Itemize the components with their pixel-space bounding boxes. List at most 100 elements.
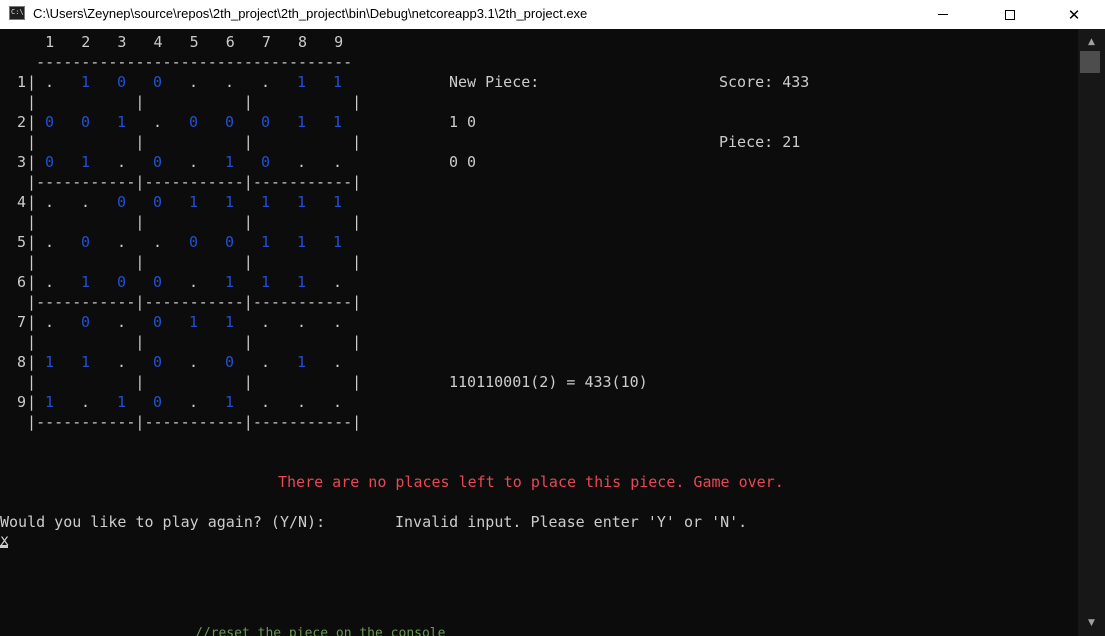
piece-row-2: 0 0 <box>449 153 477 171</box>
board-cell: 0 <box>81 233 91 251</box>
board-cell: 1 <box>297 193 307 211</box>
board-cell: 0 <box>45 153 55 171</box>
board-cell: 0 <box>45 113 55 131</box>
inner-separator: | | | | <box>9 333 362 351</box>
board-cell: 0 <box>153 153 163 171</box>
block-separator: |-----------|-----------|-----------| <box>9 413 362 431</box>
minimize-icon <box>938 14 948 15</box>
board-cell: 0 <box>153 273 163 291</box>
board-cell: . <box>333 273 343 291</box>
row-number: 4 <box>17 193 27 211</box>
board-cell: 0 <box>153 393 163 411</box>
close-button[interactable]: ✕ <box>1051 0 1097 29</box>
board-cell: 1 <box>225 153 235 171</box>
board-cell: 0 <box>117 73 127 91</box>
row-number: 8 <box>17 353 27 371</box>
scroll-down-icon[interactable]: ▼ <box>1078 613 1105 633</box>
board-cell: . <box>117 153 127 171</box>
board-cell: 1 <box>297 113 307 131</box>
block-separator: |-----------|-----------|-----------| <box>9 173 362 191</box>
board-cell: . <box>333 313 343 331</box>
piece-row-1: 1 0 <box>449 113 477 131</box>
block-separator: |-----------|-----------|-----------| <box>9 293 362 311</box>
board-cell: 1 <box>45 353 55 371</box>
board-left-border: | <box>27 313 37 331</box>
board-cell: 1 <box>297 233 307 251</box>
board-left-border: | <box>27 393 37 411</box>
maximize-button[interactable] <box>987 0 1033 29</box>
board-cell: 1 <box>189 313 199 331</box>
board-left-border: | <box>27 273 37 291</box>
inner-separator: | | | | <box>9 133 362 151</box>
board-cell: 1 <box>225 273 235 291</box>
board-cell: . <box>333 353 343 371</box>
board-cell: . <box>261 393 271 411</box>
row-number: 2 <box>17 113 27 131</box>
board-cell: 1 <box>225 193 235 211</box>
board-cell: 0 <box>153 73 163 91</box>
row-number: 1 <box>17 73 27 91</box>
board-cell: 1 <box>333 73 343 91</box>
binary-conversion: 110110001(2) = 433(10) <box>449 373 648 391</box>
board-cell: 0 <box>117 193 127 211</box>
row-number: 7 <box>17 313 27 331</box>
board-cell: . <box>45 273 55 291</box>
board-cell: . <box>297 313 307 331</box>
piece-count-text: Piece: 21 <box>719 133 801 151</box>
board-cell: 1 <box>225 393 235 411</box>
board-cell: . <box>189 153 199 171</box>
board-cell: 1 <box>261 273 271 291</box>
board-cell: 1 <box>81 153 91 171</box>
board-cell: 1 <box>297 73 307 91</box>
board-cell: . <box>117 353 127 371</box>
board-cell: . <box>81 393 91 411</box>
board-left-border: | <box>27 193 37 211</box>
column-header: 1 2 3 4 5 6 7 8 9 <box>0 33 344 51</box>
board-left-border: | <box>27 353 37 371</box>
board-cell: . <box>153 113 163 131</box>
board-left-border: | <box>27 73 37 91</box>
board-cell: 1 <box>81 273 91 291</box>
console-app-icon: C:\ <box>9 6 25 20</box>
board-cell: . <box>117 313 127 331</box>
board-cell: . <box>261 353 271 371</box>
title-bar: C:\ C:\Users\Zeynep\source\repos\2th_pro… <box>0 0 1105 29</box>
background-editor-comment: //reset the piece on the console <box>195 626 446 636</box>
board-cell: . <box>225 73 235 91</box>
board-cell: . <box>45 73 55 91</box>
close-icon: ✕ <box>1067 6 1081 24</box>
inner-separator: | | | | <box>9 373 362 391</box>
maximize-icon <box>1005 9 1015 20</box>
vertical-scrollbar[interactable]: ▲ ▼ <box>1078 29 1105 636</box>
row-number: 3 <box>17 153 27 171</box>
play-again-prompt: Would you like to play again? (Y/N): <box>0 513 326 531</box>
board-cell: 0 <box>261 153 271 171</box>
scroll-thumb[interactable] <box>1080 51 1100 73</box>
board-cell: 1 <box>297 273 307 291</box>
board-cell: 1 <box>45 393 55 411</box>
board-cell: . <box>153 233 163 251</box>
board-cell: 1 <box>333 193 343 211</box>
board-cell: . <box>45 193 55 211</box>
board-cell: . <box>81 193 91 211</box>
board-cell: 0 <box>117 273 127 291</box>
board-cell: . <box>189 73 199 91</box>
row-number: 9 <box>17 393 27 411</box>
inner-separator: | | | | <box>9 93 362 111</box>
board-cell: 1 <box>333 233 343 251</box>
board-left-border: | <box>27 233 37 251</box>
board-cell: 0 <box>225 353 235 371</box>
board-cell: 1 <box>261 193 271 211</box>
window-title: C:\Users\Zeynep\source\repos\2th_project… <box>33 6 588 21</box>
board-cell: . <box>297 153 307 171</box>
scroll-up-icon[interactable]: ▲ <box>1078 32 1105 52</box>
board-cell: 1 <box>117 113 127 131</box>
board-cell: 1 <box>261 233 271 251</box>
board-cell: 1 <box>81 73 91 91</box>
minimize-button[interactable] <box>920 0 966 29</box>
inner-separator: | | | | <box>9 213 362 231</box>
board-cell: 0 <box>153 313 163 331</box>
board-cell: 1 <box>225 313 235 331</box>
text-cursor <box>0 545 8 548</box>
console-output[interactable]: 1 2 3 4 5 6 7 8 9 ----------------------… <box>0 29 1077 636</box>
